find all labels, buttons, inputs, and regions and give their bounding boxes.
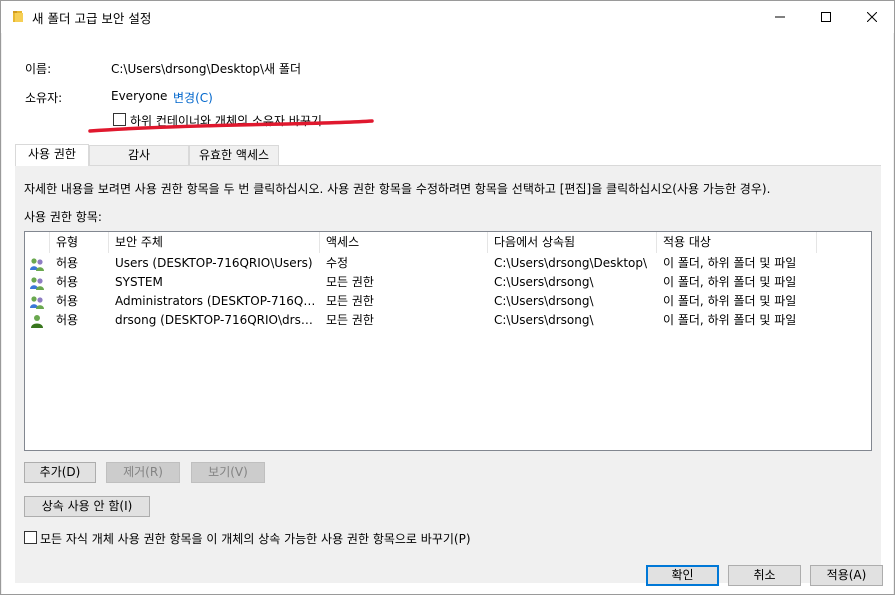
maximize-icon: [821, 11, 831, 22]
row-type: 허용: [56, 294, 79, 308]
owner-label: 소유자:: [25, 91, 63, 105]
owner-value: Everyone: [111, 89, 168, 103]
dialog-content: 이름: C:\Users\drsong\Desktop\새 폴더 소유자: Ev…: [2, 33, 893, 594]
cancel-button[interactable]: 취소: [728, 565, 801, 586]
change-owner-link[interactable]: 변경(C): [173, 89, 213, 106]
title-bar[interactable]: 새 폴더 고급 보안 설정: [1, 1, 894, 33]
disable-inheritance-button[interactable]: 상속 사용 안 함(I): [24, 496, 150, 517]
row-inherited-from: C:\Users\drsong\: [494, 275, 594, 289]
row-principal: Users (DESKTOP-716QRIO\Users): [115, 256, 313, 270]
column-header-icon[interactable]: [25, 232, 50, 253]
add-button[interactable]: 추가(D): [24, 462, 96, 483]
row-type: 허용: [56, 256, 79, 270]
row-inherited-from: C:\Users\drsong\: [494, 294, 594, 308]
row-inherited-from: C:\Users\drsong\: [494, 313, 594, 327]
row-applies-to: 이 폴더, 하위 폴더 및 파일: [663, 294, 797, 308]
column-header-type[interactable]: 유형: [50, 232, 109, 253]
row-applies-to: 이 폴더, 하위 폴더 및 파일: [663, 256, 797, 270]
row-access: 모든 권한: [326, 294, 374, 308]
permission-entries-label: 사용 권한 항목:: [24, 210, 102, 224]
permissions-instruction: 자세한 내용을 보려면 사용 권한 항목을 두 번 클릭하십시오. 사용 권한 …: [24, 182, 771, 196]
tab-effective-access[interactable]: 유효한 액세스: [189, 145, 279, 165]
window-title: 새 폴더 고급 보안 설정: [32, 11, 152, 26]
tab-permissions[interactable]: 사용 권한: [15, 144, 89, 166]
minimize-icon: [775, 16, 785, 17]
ok-button[interactable]: 확인: [646, 565, 719, 586]
row-access: 모든 권한: [326, 275, 374, 289]
table-row[interactable]: 허용 drsong (DESKTOP-716QRIO\drson... 모든 권…: [25, 311, 871, 330]
close-icon: [867, 11, 877, 22]
group-users-icon: [30, 277, 44, 290]
column-header-principal[interactable]: 보안 주체: [109, 232, 320, 253]
maximize-button[interactable]: [803, 1, 849, 32]
column-header-access[interactable]: 액세스: [320, 232, 488, 253]
view-button[interactable]: 보기(V): [191, 462, 265, 483]
table-row[interactable]: 허용 Users (DESKTOP-716QRIO\Users) 수정 C:\U…: [25, 254, 871, 273]
row-inherited-from: C:\Users\drsong\Desktop\: [494, 256, 648, 270]
name-value: C:\Users\drsong\Desktop\새 폴더: [111, 62, 301, 76]
minimize-button[interactable]: [757, 1, 803, 32]
row-type: 허용: [56, 275, 79, 289]
remove-button[interactable]: 제거(R): [106, 462, 180, 483]
row-applies-to: 이 폴더, 하위 폴더 및 파일: [663, 275, 797, 289]
tab-auditing[interactable]: 감사: [89, 145, 189, 165]
permissions-panel: 자세한 내용을 보려면 사용 권한 항목을 두 번 클릭하십시오. 사용 권한 …: [15, 165, 881, 583]
list-header: 유형 보안 주체 액세스 다음에서 상속됨 적용 대상: [25, 232, 871, 253]
red-annotation-underline: [88, 119, 374, 133]
column-header-inherited-from[interactable]: 다음에서 상속됨: [488, 232, 657, 253]
apply-button[interactable]: 적용(A): [810, 565, 883, 586]
row-principal: drsong (DESKTOP-716QRIO\drson...: [115, 313, 320, 327]
table-row[interactable]: 허용 SYSTEM 모든 권한 C:\Users\drsong\ 이 폴더, 하…: [25, 273, 871, 292]
row-principal: SYSTEM: [115, 275, 163, 289]
name-label: 이름:: [25, 62, 52, 76]
row-principal: Administrators (DESKTOP-716QRI...: [115, 294, 320, 308]
advanced-security-window: 새 폴더 고급 보안 설정 이름: C:\Users\drsong\Deskto…: [0, 0, 895, 595]
row-access: 모든 권한: [326, 313, 374, 327]
column-header-applies-to[interactable]: 적용 대상: [657, 232, 817, 253]
row-access: 수정: [326, 256, 349, 270]
row-applies-to: 이 폴더, 하위 폴더 및 파일: [663, 313, 797, 327]
replace-child-permissions-checkbox[interactable]: [24, 531, 37, 544]
replace-child-permissions-label[interactable]: 모든 자식 개체 사용 권한 항목을 이 개체의 상속 가능한 사용 권한 항목…: [40, 530, 471, 547]
group-users-icon: [30, 296, 44, 309]
permission-entries-list[interactable]: 유형 보안 주체 액세스 다음에서 상속됨 적용 대상 허용 Users (DE…: [24, 231, 872, 451]
close-button[interactable]: [849, 1, 895, 32]
table-row[interactable]: 허용 Administrators (DESKTOP-716QRI... 모든 …: [25, 292, 871, 311]
folder-icon: [13, 11, 23, 22]
row-type: 허용: [56, 313, 79, 327]
group-users-icon: [30, 258, 44, 271]
single-user-icon: [31, 315, 43, 328]
